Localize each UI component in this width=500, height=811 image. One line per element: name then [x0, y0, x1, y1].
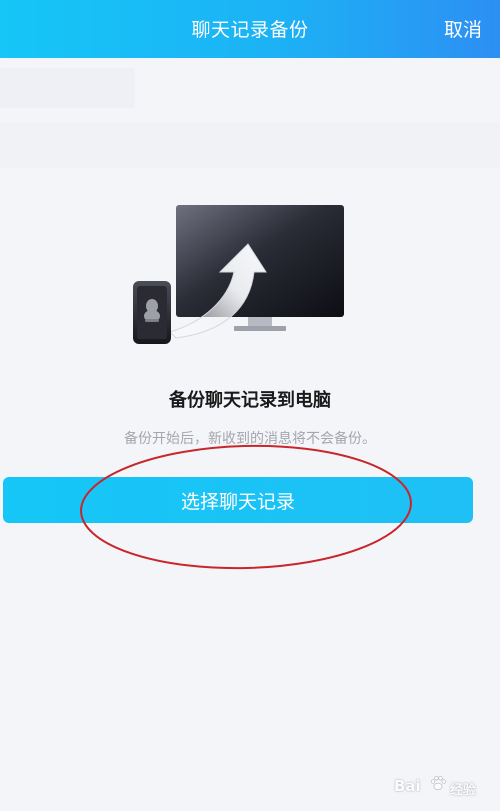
watermark-brand: Bai [394, 777, 421, 795]
page-title: 聊天记录备份 [191, 19, 309, 41]
title-bar: 聊天记录备份 取消 [0, 0, 500, 58]
phone-to-computer-upload-icon [133, 205, 344, 344]
cancel-button[interactable]: 取消 [444, 15, 482, 42]
paw-icon [430, 775, 446, 791]
baidu-watermark: Bai 经验 [394, 771, 486, 805]
monitor-neck [248, 317, 272, 326]
background-placeholder [0, 68, 135, 108]
watermark-subtitle: 经验 [450, 783, 477, 798]
section-description: 备份开始后，新收到的消息将不会备份。 [124, 431, 376, 447]
background-placeholder [0, 122, 500, 168]
monitor-base [234, 326, 286, 331]
monitor-screen [176, 205, 344, 317]
section-heading: 备份聊天记录到电脑 [169, 390, 331, 411]
select-chat-records-button[interactable]: 选择聊天记录 [3, 477, 473, 523]
